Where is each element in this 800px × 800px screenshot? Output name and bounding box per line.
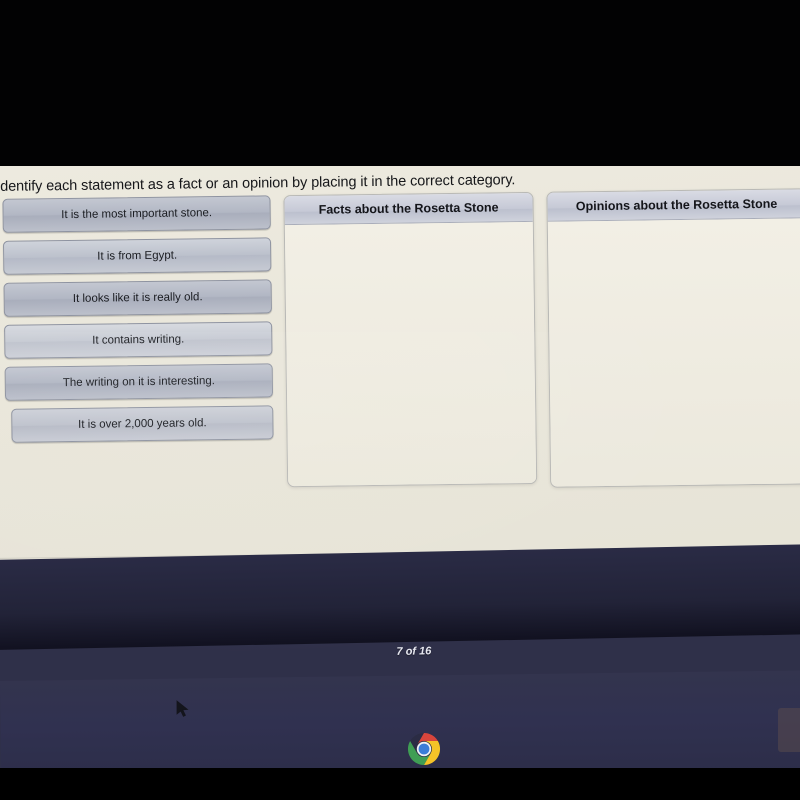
- laptop-screen-photo: Identify each statement as a fact or an …: [0, 0, 800, 800]
- statement-card[interactable]: The writing on it is interesting.: [4, 363, 274, 401]
- screen-right-edge-object: [778, 708, 800, 752]
- page-counter-label: 7 of 16: [396, 645, 432, 658]
- statement-card-label: It is over 2,000 years old.: [78, 417, 207, 431]
- statement-card-label: The writing on it is interesting.: [62, 375, 215, 390]
- statement-card-label: It is the most important stone.: [61, 207, 213, 222]
- mouse-pointer-icon: [176, 700, 190, 720]
- statement-card[interactable]: It looks like it is really old.: [3, 279, 272, 317]
- statement-card[interactable]: It contains writing.: [4, 321, 273, 359]
- dropzone-opinions-body[interactable]: [547, 218, 800, 488]
- photo-top-letterbox: [0, 0, 800, 168]
- dropzone-facts-body[interactable]: [284, 221, 537, 488]
- laptop-display: Identify each statement as a fact or an …: [0, 166, 800, 800]
- dropzone-facts[interactable]: Facts about the Rosetta Stone: [283, 191, 538, 488]
- dropzone-facts-title: Facts about the Rosetta Stone: [318, 200, 499, 217]
- statement-card-label: It is from Egypt.: [97, 249, 178, 263]
- statement-card[interactable]: It is over 2,000 years old.: [11, 405, 274, 443]
- statement-card[interactable]: It is the most important stone.: [2, 195, 271, 233]
- dropzone-opinions-header: Opinions about the Rosetta Stone: [547, 189, 800, 222]
- statement-card-list: It is the most important stone. It is fr…: [2, 195, 274, 450]
- statement-card[interactable]: It is from Egypt.: [2, 237, 272, 275]
- statement-card-label: It looks like it is really old.: [72, 291, 203, 305]
- dropzone-opinions-title: Opinions about the Rosetta Stone: [575, 196, 778, 214]
- dropzone-facts-header: Facts about the Rosetta Stone: [284, 192, 533, 226]
- statement-card-label: It contains writing.: [92, 333, 185, 347]
- desktop-taskbar: [0, 544, 800, 650]
- chrome-icon[interactable]: [405, 730, 443, 768]
- dropzone-opinions[interactable]: Opinions about the Rosetta Stone: [546, 188, 800, 488]
- photo-bottom-letterbox: [0, 768, 800, 800]
